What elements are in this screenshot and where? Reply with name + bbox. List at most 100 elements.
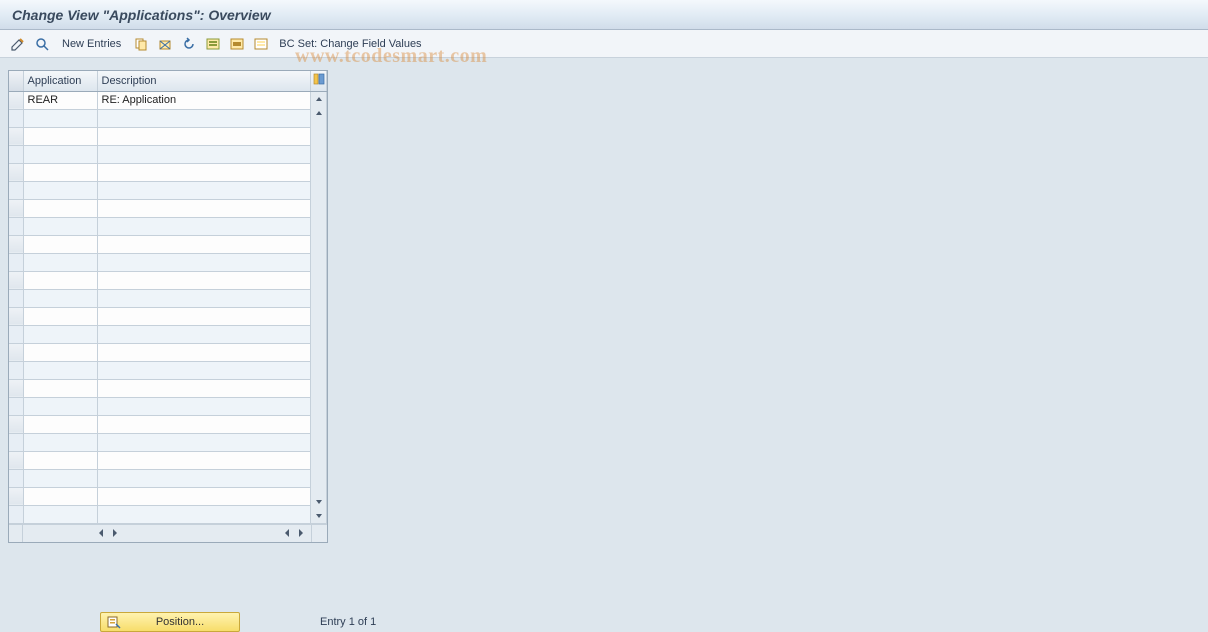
table-row[interactable]: [9, 361, 327, 379]
row-selector[interactable]: [9, 253, 23, 271]
row-selector[interactable]: [9, 307, 23, 325]
row-selector[interactable]: [9, 163, 23, 181]
table-row[interactable]: [9, 235, 327, 253]
cell-application[interactable]: [23, 163, 97, 181]
cell-application[interactable]: [23, 451, 97, 469]
cell-application[interactable]: [23, 127, 97, 145]
column-header-application[interactable]: Application: [23, 71, 97, 91]
scroll-down-icon[interactable]: [312, 509, 326, 523]
cell-description[interactable]: [97, 271, 311, 289]
row-selector[interactable]: [9, 433, 23, 451]
cell-application[interactable]: [23, 235, 97, 253]
row-selector[interactable]: [9, 199, 23, 217]
table-row[interactable]: [9, 325, 327, 343]
cell-description[interactable]: [97, 145, 311, 163]
table-row[interactable]: [9, 163, 327, 181]
scroll-right2-icon[interactable]: [295, 527, 307, 539]
table-row[interactable]: [9, 505, 327, 523]
cell-application[interactable]: [23, 217, 97, 235]
table-row[interactable]: [9, 397, 327, 415]
cell-application[interactable]: [23, 469, 97, 487]
table-settings-button[interactable]: [311, 71, 327, 91]
row-selector[interactable]: [9, 217, 23, 235]
scroll-down-step-icon[interactable]: [312, 495, 326, 509]
row-selector-header[interactable]: [9, 71, 23, 91]
table-row[interactable]: [9, 343, 327, 361]
cell-application[interactable]: REAR: [23, 91, 97, 109]
row-selector[interactable]: [9, 271, 23, 289]
cell-description[interactable]: [97, 343, 311, 361]
table-row[interactable]: [9, 451, 327, 469]
position-button[interactable]: Position...: [100, 612, 240, 632]
cell-description[interactable]: [97, 505, 311, 523]
scroll-left2-icon[interactable]: [281, 527, 293, 539]
table-row[interactable]: [9, 433, 327, 451]
column-header-description[interactable]: Description: [97, 71, 311, 91]
scroll-up-icon[interactable]: [312, 92, 326, 106]
cell-description[interactable]: [97, 487, 311, 505]
bc-set-label[interactable]: BC Set: Change Field Values: [275, 36, 425, 52]
cell-application[interactable]: [23, 343, 97, 361]
cell-application[interactable]: [23, 325, 97, 343]
cell-application[interactable]: [23, 379, 97, 397]
cell-application[interactable]: [23, 433, 97, 451]
deselect-all-icon[interactable]: [251, 34, 271, 54]
cell-description[interactable]: [97, 307, 311, 325]
row-selector[interactable]: [9, 91, 23, 109]
cell-application[interactable]: [23, 397, 97, 415]
cell-description[interactable]: [97, 163, 311, 181]
row-selector[interactable]: [9, 505, 23, 523]
table-row[interactable]: [9, 253, 327, 271]
vertical-scrollbar[interactable]: [310, 92, 326, 523]
cell-description[interactable]: RE: Application: [97, 91, 311, 109]
cell-application[interactable]: [23, 415, 97, 433]
toggle-display-change-icon[interactable]: [8, 34, 28, 54]
select-block-icon[interactable]: [227, 34, 247, 54]
horizontal-scrollbar[interactable]: [9, 524, 327, 542]
row-selector[interactable]: [9, 127, 23, 145]
cell-description[interactable]: [97, 109, 311, 127]
cell-application[interactable]: [23, 307, 97, 325]
cell-application[interactable]: [23, 487, 97, 505]
cell-description[interactable]: [97, 199, 311, 217]
row-selector[interactable]: [9, 397, 23, 415]
table-row[interactable]: [9, 109, 327, 127]
table-row[interactable]: [9, 487, 327, 505]
cell-application[interactable]: [23, 271, 97, 289]
table-row[interactable]: [9, 217, 327, 235]
cell-description[interactable]: [97, 451, 311, 469]
cell-description[interactable]: [97, 325, 311, 343]
cell-description[interactable]: [97, 397, 311, 415]
table-row[interactable]: [9, 379, 327, 397]
cell-application[interactable]: [23, 361, 97, 379]
cell-application[interactable]: [23, 109, 97, 127]
row-selector[interactable]: [9, 181, 23, 199]
table-row[interactable]: [9, 289, 327, 307]
find-icon[interactable]: [32, 34, 52, 54]
table-row[interactable]: [9, 199, 327, 217]
cell-application[interactable]: [23, 199, 97, 217]
scroll-up-step-icon[interactable]: [312, 106, 326, 120]
row-selector[interactable]: [9, 289, 23, 307]
table-row[interactable]: REARRE: Application: [9, 91, 327, 109]
cell-application[interactable]: [23, 289, 97, 307]
new-entries-button[interactable]: New Entries: [56, 36, 127, 52]
scroll-right-icon[interactable]: [109, 527, 121, 539]
row-selector[interactable]: [9, 451, 23, 469]
cell-description[interactable]: [97, 469, 311, 487]
cell-description[interactable]: [97, 361, 311, 379]
table-row[interactable]: [9, 145, 327, 163]
cell-description[interactable]: [97, 379, 311, 397]
cell-application[interactable]: [23, 145, 97, 163]
cell-description[interactable]: [97, 181, 311, 199]
cell-description[interactable]: [97, 253, 311, 271]
table-row[interactable]: [9, 271, 327, 289]
select-all-icon[interactable]: [203, 34, 223, 54]
cell-application[interactable]: [23, 253, 97, 271]
cell-description[interactable]: [97, 235, 311, 253]
undo-change-icon[interactable]: [179, 34, 199, 54]
row-selector[interactable]: [9, 469, 23, 487]
scroll-left-icon[interactable]: [95, 527, 107, 539]
cell-description[interactable]: [97, 415, 311, 433]
table-row[interactable]: [9, 469, 327, 487]
